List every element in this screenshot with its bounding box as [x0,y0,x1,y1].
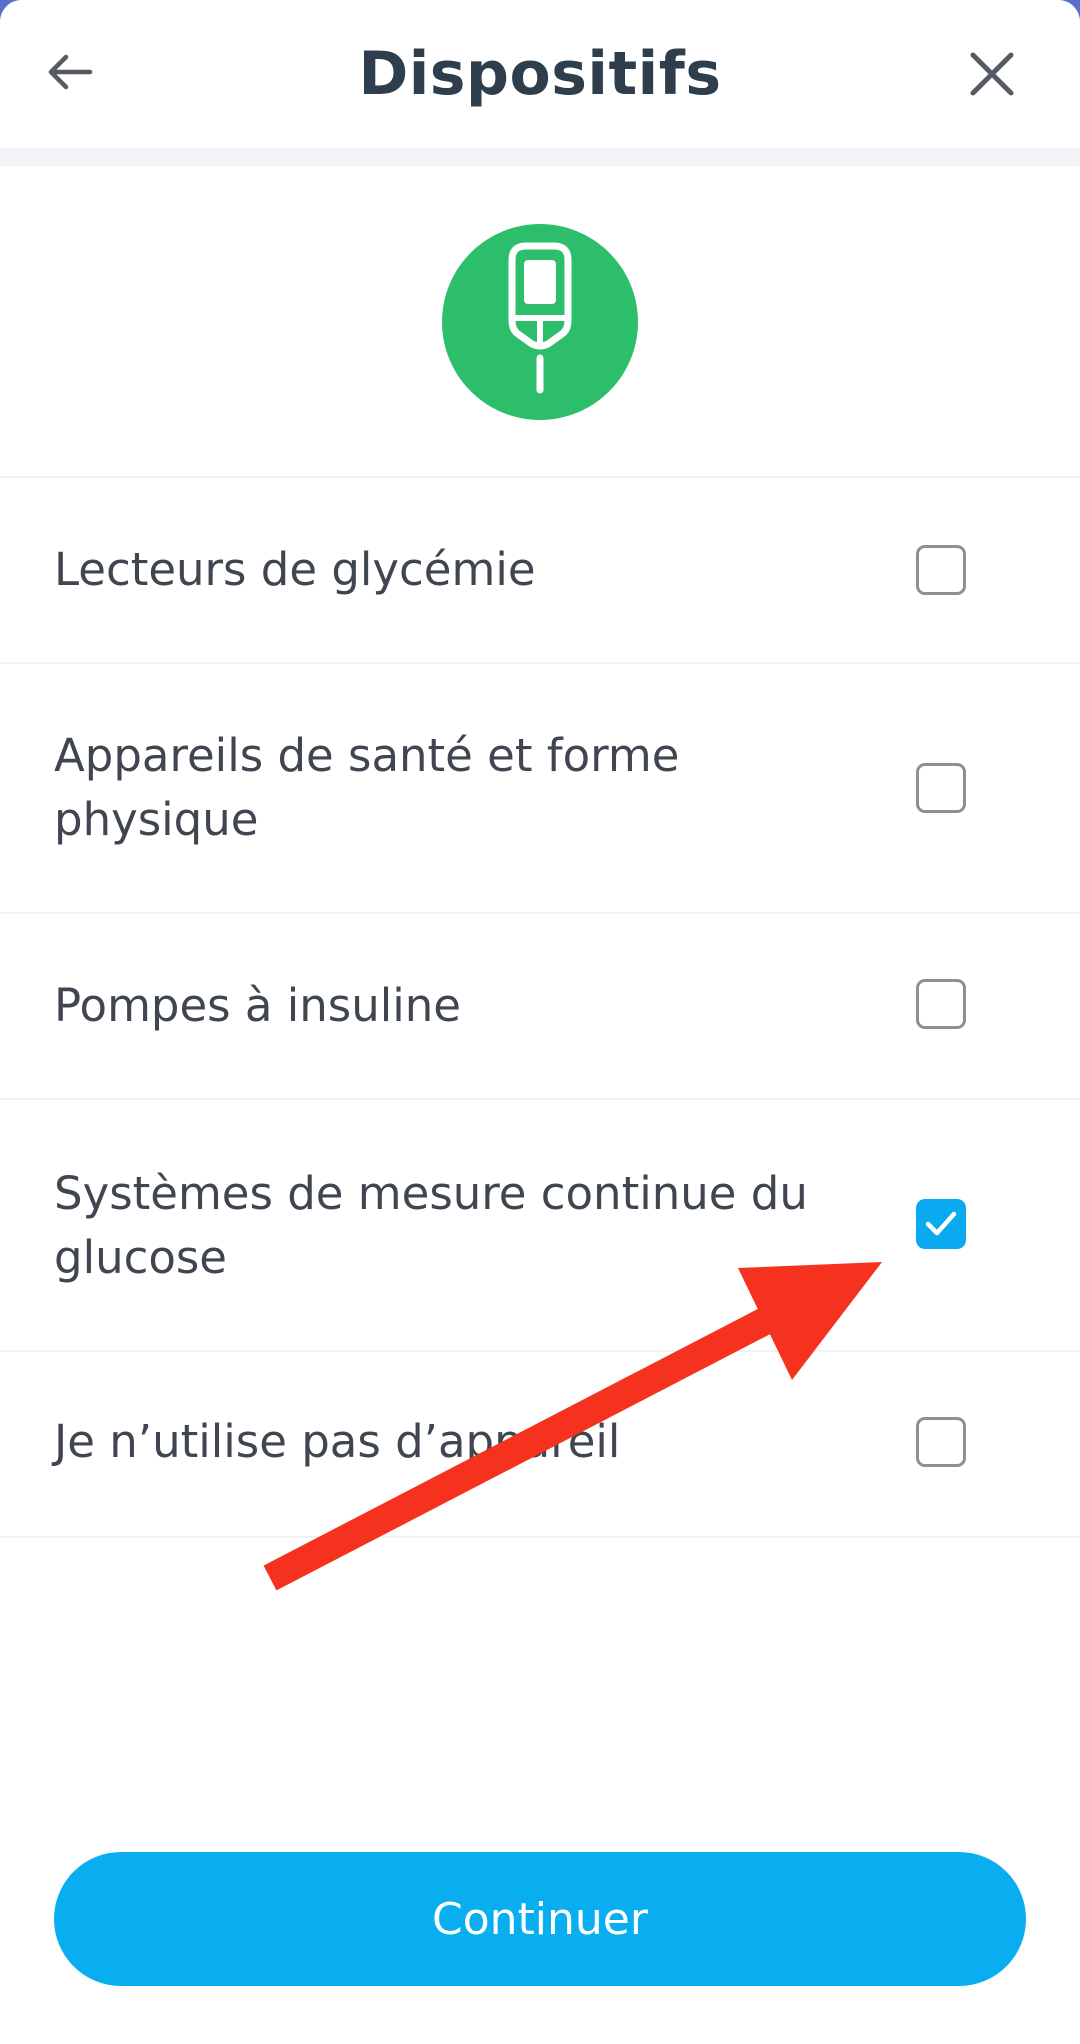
option-label: Je n’utilise pas d’appareil [54,1415,621,1468]
header-separator [0,148,1080,166]
glucose-meter-icon [508,242,572,394]
checkmark-icon [925,1211,957,1236]
continue-button[interactable]: Continuer [54,1852,1026,1986]
close-icon [970,52,1014,96]
option-checkbox-checked[interactable] [916,1199,966,1249]
option-checkbox[interactable] [916,979,966,1029]
page-title: Dispositifs [358,39,722,109]
option-row-cgm-systems[interactable]: Systèmes de mesure continue du glucose [0,1100,1080,1350]
option-label: Pompes à insuline [54,979,461,1032]
option-checkbox[interactable] [916,1417,966,1467]
option-checkbox[interactable] [916,763,966,813]
continue-button-label: Continuer [432,1893,648,1945]
option-label: Systèmes de mesure continue du glucose [54,1167,808,1284]
option-checkbox[interactable] [916,545,966,595]
device-hero-badge [442,224,638,420]
header: Dispositifs [0,0,1080,148]
back-button[interactable] [38,40,102,104]
option-row-glucose-meters[interactable]: Lecteurs de glycémie [0,478,1080,662]
divider [0,1536,1080,1538]
option-row-health-fitness-devices[interactable]: Appareils de santé et forme physique [0,664,1080,912]
option-label: Appareils de santé et forme physique [54,729,680,846]
devices-sheet: Dispositifs Lecteurs de glycémie Apparei… [0,0,1080,2044]
arrow-left-icon [48,54,93,90]
option-row-no-device[interactable]: Je n’utilise pas d’appareil [0,1352,1080,1536]
option-label: Lecteurs de glycémie [54,543,536,596]
option-row-insulin-pumps[interactable]: Pompes à insuline [0,914,1080,1098]
close-button[interactable] [958,40,1026,108]
